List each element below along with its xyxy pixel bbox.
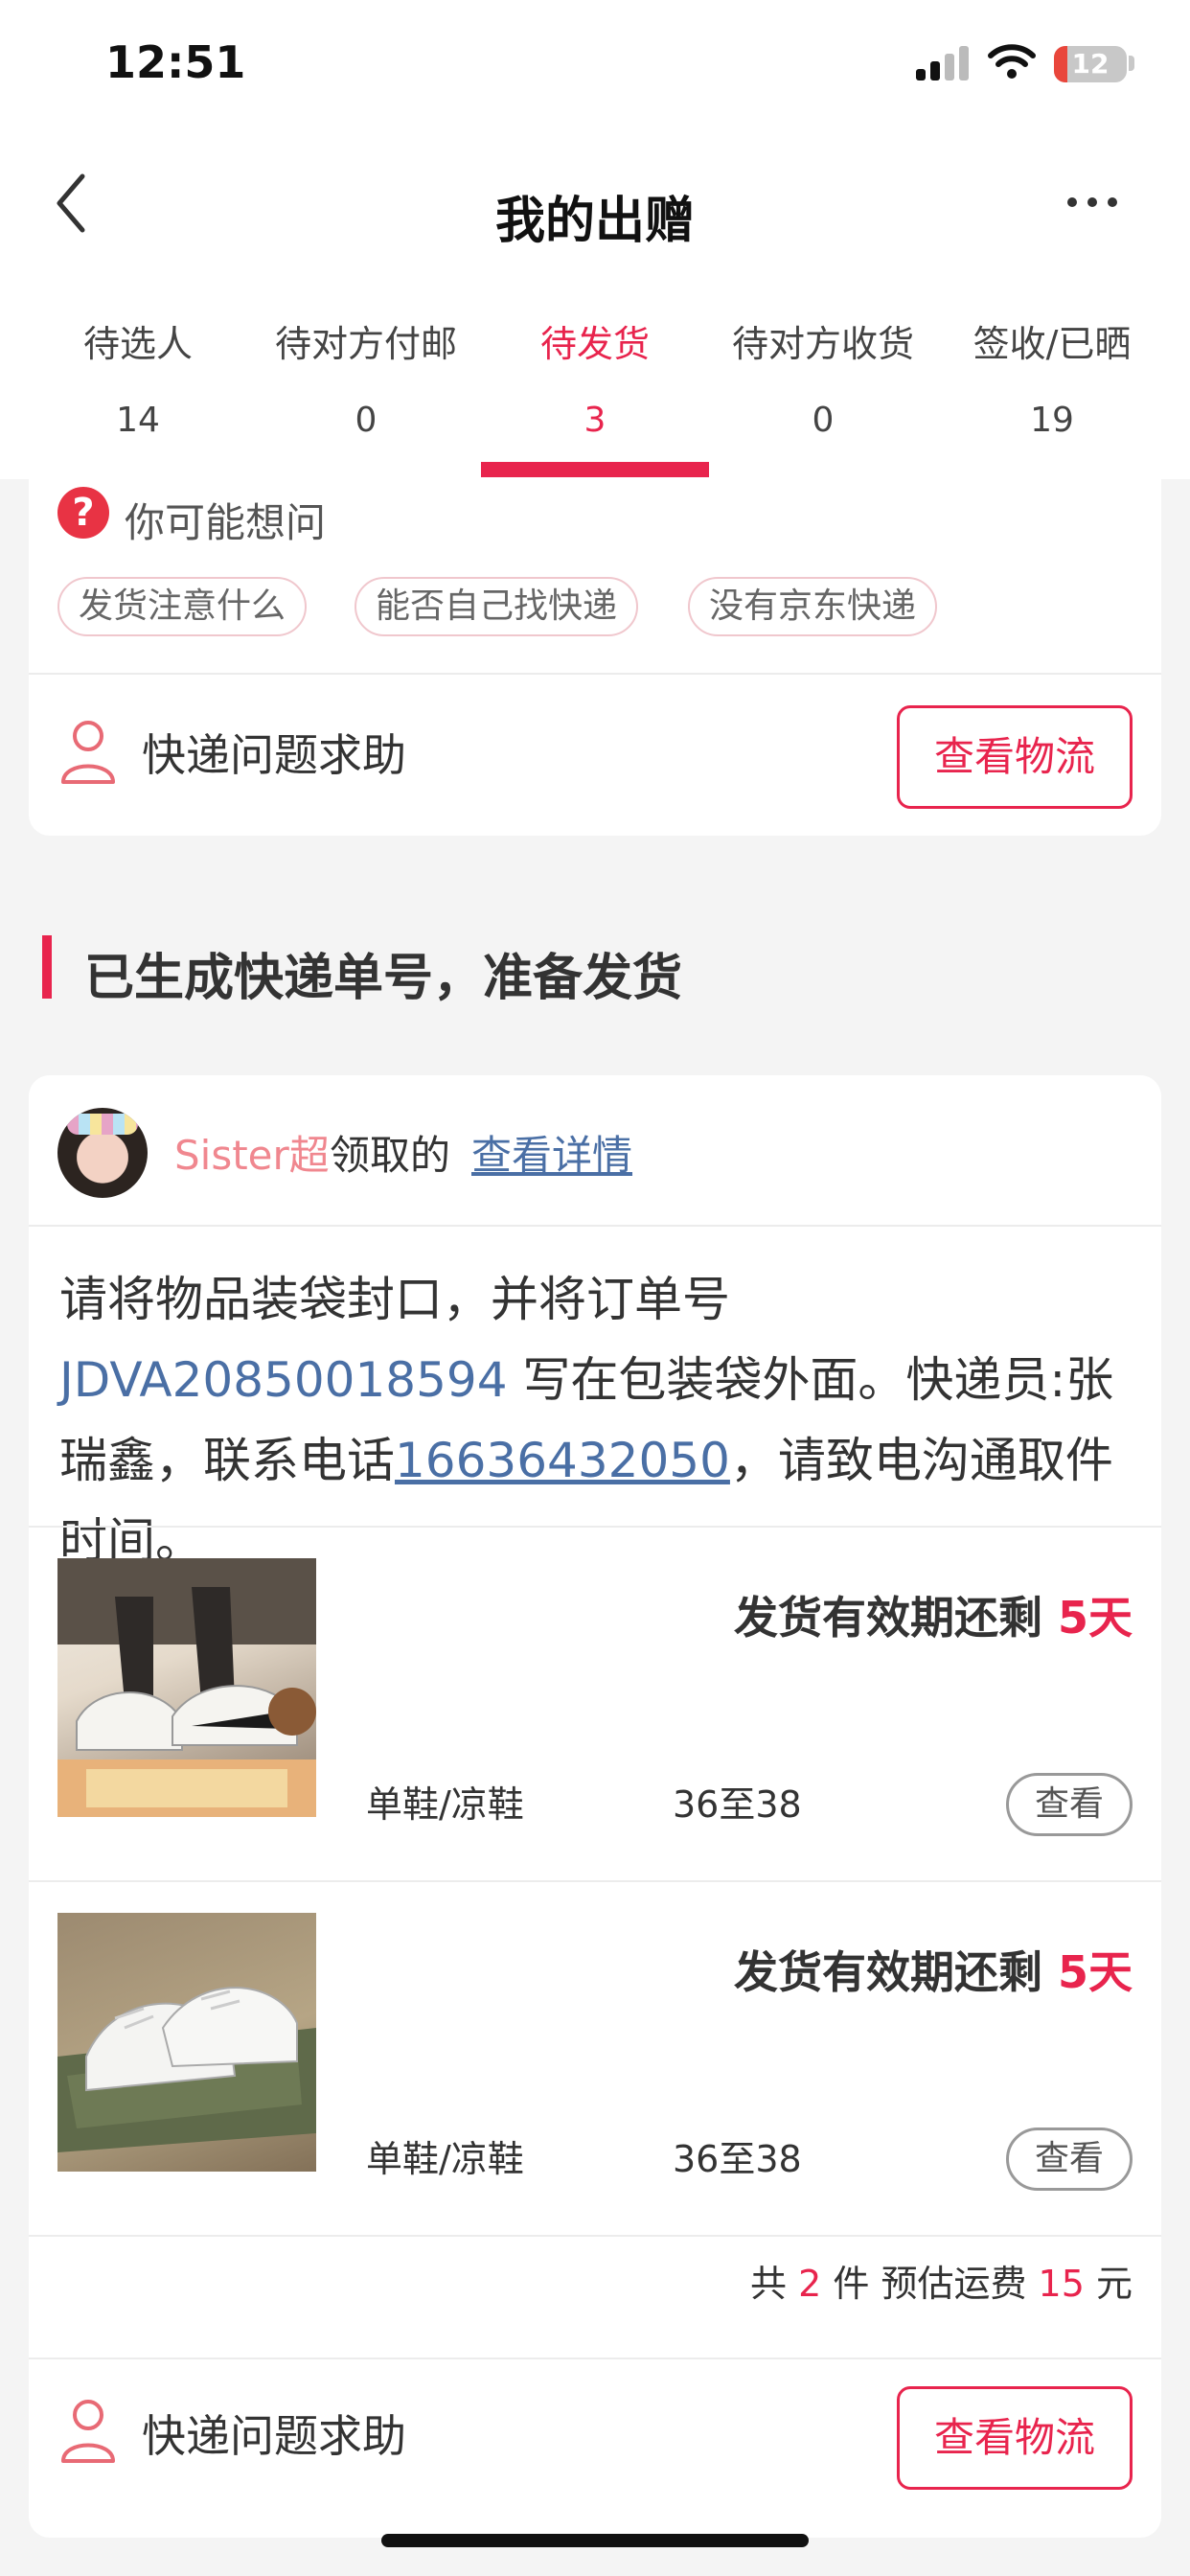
summary-mid: 件 预估运费 bbox=[821, 2263, 1039, 2305]
person-icon bbox=[61, 721, 115, 784]
faq-title: 你可能想问 bbox=[125, 499, 327, 546]
tab-pending-shipment[interactable]: 待发货 3 bbox=[480, 278, 710, 479]
home-indicator[interactable] bbox=[381, 2534, 809, 2547]
divider bbox=[29, 2235, 1161, 2237]
divider bbox=[29, 673, 1161, 675]
shipping-instruction: 请将物品装袋封口，并将订单号 JDVA20850018594 写在包装袋外面。快… bbox=[59, 1259, 1133, 1581]
battery-icon: 12 bbox=[1054, 46, 1127, 82]
tab-label: 待选人 bbox=[82, 323, 193, 365]
status-time: 12:51 bbox=[105, 36, 246, 88]
deadline-label: 发货有效期还剩 bbox=[733, 1592, 1058, 1644]
divider bbox=[29, 1225, 1161, 1227]
status-bar: 12:51 12 bbox=[0, 0, 1190, 134]
divider bbox=[29, 1526, 1161, 1528]
tab-count: 19 bbox=[1030, 401, 1074, 440]
tab-label: 待发货 bbox=[539, 323, 650, 365]
item-photo-sneakers[interactable] bbox=[57, 1913, 316, 2172]
view-logistics-button[interactable]: 查看物流 bbox=[897, 2386, 1133, 2490]
courier-help-label[interactable]: 快递问题求助 bbox=[142, 2402, 406, 2465]
section-title: 已生成快递单号，准备发货 bbox=[84, 950, 683, 1007]
order-number[interactable]: JDVA20850018594 bbox=[59, 1352, 508, 1408]
item-size: 36至38 bbox=[673, 2138, 802, 2180]
divider bbox=[29, 2358, 1161, 2359]
faq-card: ? 你可能想问 发货注意什么 能否自己找快递 没有京东快递 快递问题求助 查看物… bbox=[29, 479, 1161, 836]
person-icon bbox=[61, 2400, 115, 2463]
deadline-days: 5天 bbox=[1057, 1946, 1133, 1998]
recipient-name[interactable]: Sister超 bbox=[174, 1123, 330, 1182]
claim-label: 领取的 bbox=[330, 1132, 451, 1179]
faq-chip[interactable]: 能否自己找快递 bbox=[355, 577, 639, 636]
status-tabs: 待选人 14 待对方付邮 0 待发货 3 待对方收货 0 签收/已晒 19 bbox=[0, 278, 1190, 479]
order-card: Sister超 领取的 查看详情 请将物品装袋封口，并将订单号 JDVA2085… bbox=[29, 1075, 1161, 2538]
instruction-prefix: 请将物品装袋封口，并将订单号 bbox=[59, 1272, 730, 1327]
tab-pending-receipt[interactable]: 待对方收货 0 bbox=[708, 278, 938, 479]
battery-level: 12 bbox=[1071, 48, 1110, 80]
faq-chip[interactable]: 发货注意什么 bbox=[57, 577, 308, 636]
item-size: 36至38 bbox=[673, 1783, 802, 1826]
courier-phone-link[interactable]: 16636432050 bbox=[395, 1433, 730, 1488]
tab-label: 签收/已晒 bbox=[973, 323, 1132, 365]
shipping-deadline: 发货有效期还剩 5天 bbox=[734, 1583, 1133, 1646]
courier-help-label[interactable]: 快递问题求助 bbox=[142, 721, 406, 784]
page-title: 我的出赠 bbox=[494, 193, 695, 250]
tab-pending-postage[interactable]: 待对方付邮 0 bbox=[251, 278, 481, 479]
view-logistics-button[interactable]: 查看物流 bbox=[897, 705, 1133, 809]
tab-count: 0 bbox=[355, 401, 378, 440]
item-category: 单鞋/凉鞋 bbox=[366, 1783, 524, 1826]
view-item-button[interactable]: 查看 bbox=[1006, 2128, 1133, 2191]
view-details-link[interactable]: 查看详情 bbox=[471, 1123, 632, 1182]
question-icon: ? bbox=[57, 487, 109, 539]
tab-count: 14 bbox=[116, 401, 160, 440]
active-tab-indicator bbox=[481, 462, 709, 477]
battery-tip bbox=[1129, 56, 1134, 71]
divider bbox=[29, 1880, 1161, 1882]
faq-chip[interactable]: 没有京东快递 bbox=[688, 577, 938, 636]
cellular-signal-icon bbox=[916, 46, 970, 80]
item-photo-sneakers[interactable] bbox=[57, 1558, 316, 1817]
sneaker-image bbox=[57, 1558, 316, 1817]
tab-label: 待对方付邮 bbox=[274, 323, 457, 365]
item-count: 2 bbox=[798, 2263, 822, 2305]
order-summary: 共 2 件 预估运费 15 元 bbox=[750, 2254, 1133, 2307]
section-accent-bar bbox=[42, 935, 52, 999]
tab-received[interactable]: 签收/已晒 19 bbox=[937, 278, 1167, 479]
deadline-label: 发货有效期还剩 bbox=[733, 1946, 1058, 1998]
nav-bar: 我的出赠 bbox=[0, 134, 1190, 278]
avatar[interactable] bbox=[57, 1108, 148, 1198]
shipping-fee: 15 bbox=[1038, 2263, 1085, 2305]
tab-count: 3 bbox=[584, 401, 606, 440]
summary-prefix: 共 bbox=[750, 2263, 799, 2305]
sneaker-image bbox=[57, 1987, 316, 2152]
wifi-icon bbox=[988, 44, 1036, 79]
tab-count: 0 bbox=[812, 401, 835, 440]
view-item-button[interactable]: 查看 bbox=[1006, 1773, 1133, 1836]
tab-pending-select[interactable]: 待选人 14 bbox=[23, 278, 253, 479]
tab-label: 待对方收货 bbox=[731, 323, 914, 365]
more-icon[interactable] bbox=[1064, 184, 1121, 222]
item-category: 单鞋/凉鞋 bbox=[366, 2138, 524, 2180]
summary-suffix: 元 bbox=[1084, 2263, 1133, 2305]
deadline-days: 5天 bbox=[1057, 1592, 1133, 1644]
shipping-deadline: 发货有效期还剩 5天 bbox=[734, 1938, 1133, 2001]
